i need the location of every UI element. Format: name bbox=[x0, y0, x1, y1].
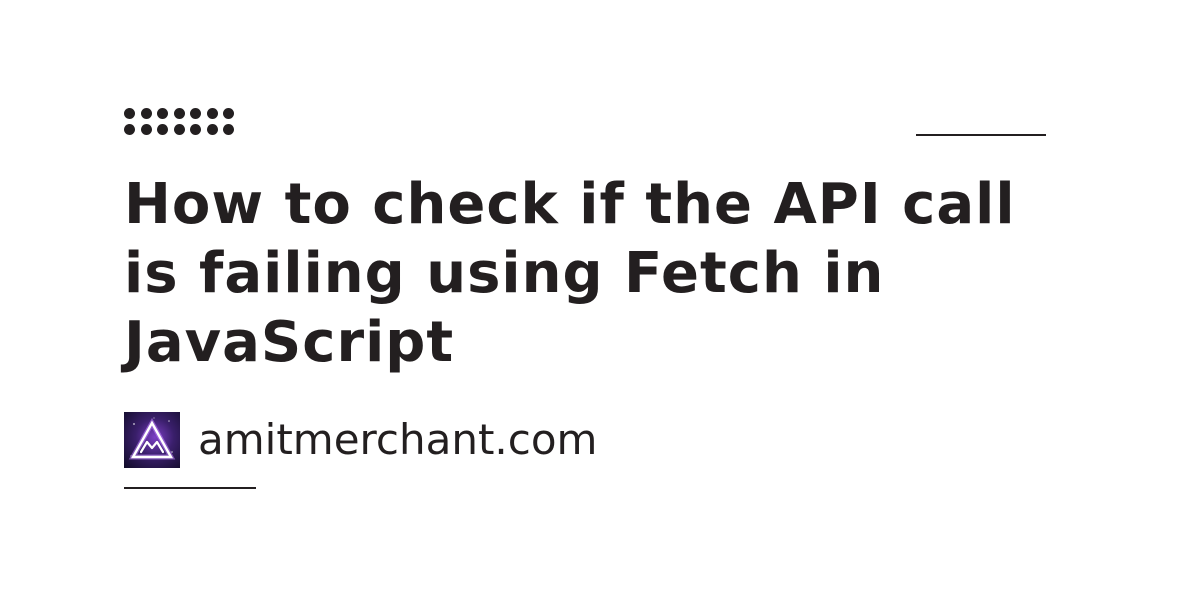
dot bbox=[140, 108, 152, 119]
article-title: How to check if the API call is failing … bbox=[124, 172, 1016, 375]
dot bbox=[223, 108, 234, 119]
dot bbox=[190, 123, 201, 135]
dot bbox=[206, 108, 218, 119]
mountain-triangle-logo-icon bbox=[124, 412, 180, 468]
dot bbox=[173, 108, 185, 119]
dot bbox=[140, 123, 152, 135]
dot bbox=[223, 123, 234, 135]
dot bbox=[206, 123, 218, 135]
site-name: amitmerchant.com bbox=[198, 415, 598, 464]
bottom-left-divider bbox=[124, 487, 256, 489]
dot bbox=[157, 123, 168, 135]
dot bbox=[124, 123, 135, 135]
site-brand: amitmerchant.com bbox=[124, 412, 597, 468]
dot bbox=[190, 108, 201, 119]
dot-grid-decoration bbox=[124, 108, 234, 138]
top-right-divider bbox=[916, 134, 1046, 136]
blog-cover-card: How to check if the API call is failing … bbox=[0, 0, 1200, 600]
dot bbox=[173, 123, 185, 135]
dot bbox=[124, 108, 135, 119]
dot bbox=[157, 108, 168, 119]
